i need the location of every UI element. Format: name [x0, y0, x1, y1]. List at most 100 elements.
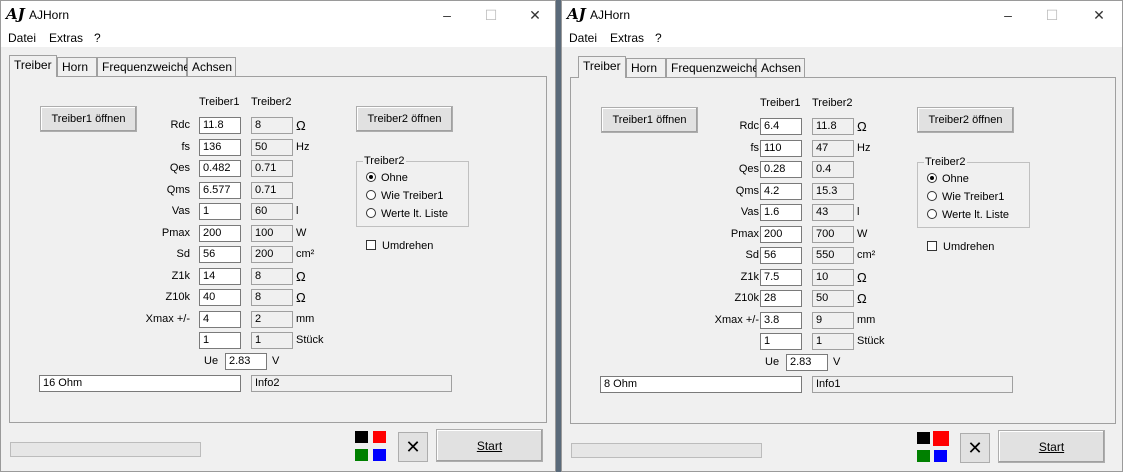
treiber1-value-input[interactable]: 0.28 [760, 161, 802, 178]
treiber1-value-input[interactable]: 4.2 [760, 182, 802, 200]
treiber2-value-field[interactable]: 50 [251, 138, 293, 156]
maximize-button[interactable]: ☐ [1030, 1, 1074, 29]
treiber1-value-input[interactable]: 4 [199, 310, 241, 328]
param-label: Z1k [171, 269, 190, 282]
open-driver2-button[interactable]: Treiber2 öffnen [917, 107, 1014, 133]
param-unit: W [857, 227, 868, 240]
treiber2-value-field[interactable]: 10 [812, 268, 854, 286]
info1-input[interactable]: 16 Ohm [39, 375, 241, 392]
treiber1-value-input[interactable]: 136 [199, 138, 241, 156]
treiber2-value-field[interactable]: 1 [812, 333, 854, 350]
open-driver1-button[interactable]: Treiber1 öffnen [40, 106, 137, 132]
treiber1-value-input[interactable]: 40 [199, 289, 241, 306]
treiber2-value-field[interactable]: 0.4 [812, 161, 854, 178]
treiber1-value-input[interactable]: 28 [760, 290, 802, 307]
radio-wie-treiber1[interactable]: Wie Treiber1 [927, 191, 1004, 203]
menu-help[interactable]: ? [655, 31, 662, 45]
color-swatch-red[interactable] [933, 431, 949, 446]
treiber1-value-input[interactable]: 1 [760, 333, 802, 350]
menu-datei[interactable]: Datei [569, 31, 597, 45]
tab-horn[interactable]: Horn [57, 57, 97, 76]
treiber2-value-field[interactable]: 8 [251, 267, 293, 285]
treiber1-value-input[interactable]: 200 [760, 225, 802, 243]
tab-frequenzweiche[interactable]: Frequenzweiche [97, 57, 190, 76]
treiber2-value-field[interactable]: 15.3 [812, 182, 854, 200]
treiber1-value-input[interactable]: 1 [199, 332, 241, 349]
treiber2-value-field[interactable]: 1 [251, 332, 293, 349]
treiber1-value-input[interactable]: 56 [760, 247, 802, 264]
open-driver1-button[interactable]: Treiber1 öffnen [601, 107, 698, 133]
close-button[interactable]: ✕ [513, 1, 555, 29]
tools-icon-button[interactable]: ✕ [398, 432, 428, 462]
radio-werte-liste[interactable]: Werte lt. Liste [927, 209, 1009, 221]
tab-treiber[interactable]: Treiber [9, 55, 57, 77]
color-swatch-black[interactable] [917, 432, 930, 444]
menu-extras[interactable]: Extras [610, 31, 644, 45]
tab-treiber[interactable]: Treiber [578, 56, 626, 78]
info1-input[interactable]: 8 Ohm [600, 376, 802, 393]
treiber1-value-input[interactable]: 0.482 [199, 160, 241, 177]
treiber1-value-input[interactable]: 110 [760, 139, 802, 157]
minimize-button[interactable]: – [425, 1, 469, 29]
param-unit: cm² [857, 249, 876, 261]
treiber1-value-input[interactable]: 11.8 [199, 117, 241, 134]
tools-icon-button[interactable]: ✕ [960, 433, 990, 463]
treiber1-value-input[interactable]: 200 [199, 224, 241, 242]
color-swatch-green[interactable] [917, 450, 930, 462]
color-swatch-blue[interactable] [373, 449, 386, 461]
treiber2-value-field[interactable]: 8 [251, 289, 293, 306]
color-swatch-green[interactable] [355, 449, 368, 461]
title-bar[interactable]: AJ AJHorn – ☐ ✕ [562, 1, 1122, 29]
treiber2-value-field[interactable]: 43 [812, 204, 854, 221]
treiber1-value-input[interactable]: 6.577 [199, 181, 241, 199]
treiber2-value-field[interactable]: 50 [812, 290, 854, 307]
maximize-button[interactable]: ☐ [469, 1, 513, 29]
title-bar[interactable]: AJ AJHorn – ☐ ✕ [1, 1, 555, 29]
start-button[interactable]: Start [998, 430, 1105, 463]
radio-ohne[interactable]: Ohne [927, 173, 969, 185]
minimize-button[interactable]: – [986, 1, 1030, 29]
ue-input[interactable]: 2.83 [225, 353, 267, 370]
treiber2-value-field[interactable]: 60 [251, 203, 293, 220]
start-button[interactable]: Start [436, 429, 543, 462]
info2-field[interactable]: Info2 [251, 375, 452, 392]
treiber2-value-field[interactable]: 550 [812, 247, 854, 264]
close-button[interactable]: ✕ [1077, 1, 1121, 29]
treiber1-value-input[interactable]: 7.5 [760, 268, 802, 286]
treiber2-value-field[interactable]: 2 [251, 310, 293, 328]
tab-frequenzweiche[interactable]: Frequenzweiche [666, 58, 759, 77]
treiber2-value-field[interactable]: 200 [251, 246, 293, 263]
treiber1-value-input[interactable]: 6.4 [760, 118, 802, 135]
treiber2-value-field[interactable]: 700 [812, 225, 854, 243]
treiber2-value-field[interactable]: 9 [812, 311, 854, 329]
info2-field[interactable]: Info1 [812, 376, 1013, 393]
color-swatch-red[interactable] [373, 431, 386, 443]
treiber2-value-field[interactable]: 8 [251, 117, 293, 134]
treiber2-value-field[interactable]: 100 [251, 224, 293, 242]
radio-ohne[interactable]: Ohne [366, 172, 408, 184]
radio-werte-liste[interactable]: Werte lt. Liste [366, 208, 448, 220]
menu-help[interactable]: ? [94, 31, 101, 45]
color-swatch-black[interactable] [355, 431, 368, 443]
ue-input[interactable]: 2.83 [786, 354, 828, 371]
tab-horn[interactable]: Horn [626, 58, 666, 77]
treiber1-value-input[interactable]: 1 [199, 203, 241, 220]
treiber1-value-input[interactable]: 1.6 [760, 204, 802, 221]
open-driver2-button[interactable]: Treiber2 öffnen [356, 106, 453, 132]
treiber2-value-field[interactable]: 47 [812, 139, 854, 157]
tab-achsen[interactable]: Achsen [756, 58, 805, 77]
treiber2-value-field[interactable]: 0.71 [251, 181, 293, 199]
param-unit: Ω [857, 119, 867, 134]
color-swatch-blue[interactable] [934, 450, 947, 462]
umdrehen-checkbox[interactable]: Umdrehen [927, 241, 994, 253]
menu-extras[interactable]: Extras [49, 31, 83, 45]
radio-wie-treiber1[interactable]: Wie Treiber1 [366, 190, 443, 202]
treiber2-value-field[interactable]: 11.8 [812, 118, 854, 135]
treiber1-value-input[interactable]: 3.8 [760, 311, 802, 329]
tab-achsen[interactable]: Achsen [187, 57, 236, 76]
treiber1-value-input[interactable]: 14 [199, 267, 241, 285]
menu-datei[interactable]: Datei [8, 31, 36, 45]
treiber1-value-input[interactable]: 56 [199, 246, 241, 263]
treiber2-value-field[interactable]: 0.71 [251, 160, 293, 177]
umdrehen-checkbox[interactable]: Umdrehen [366, 240, 433, 252]
